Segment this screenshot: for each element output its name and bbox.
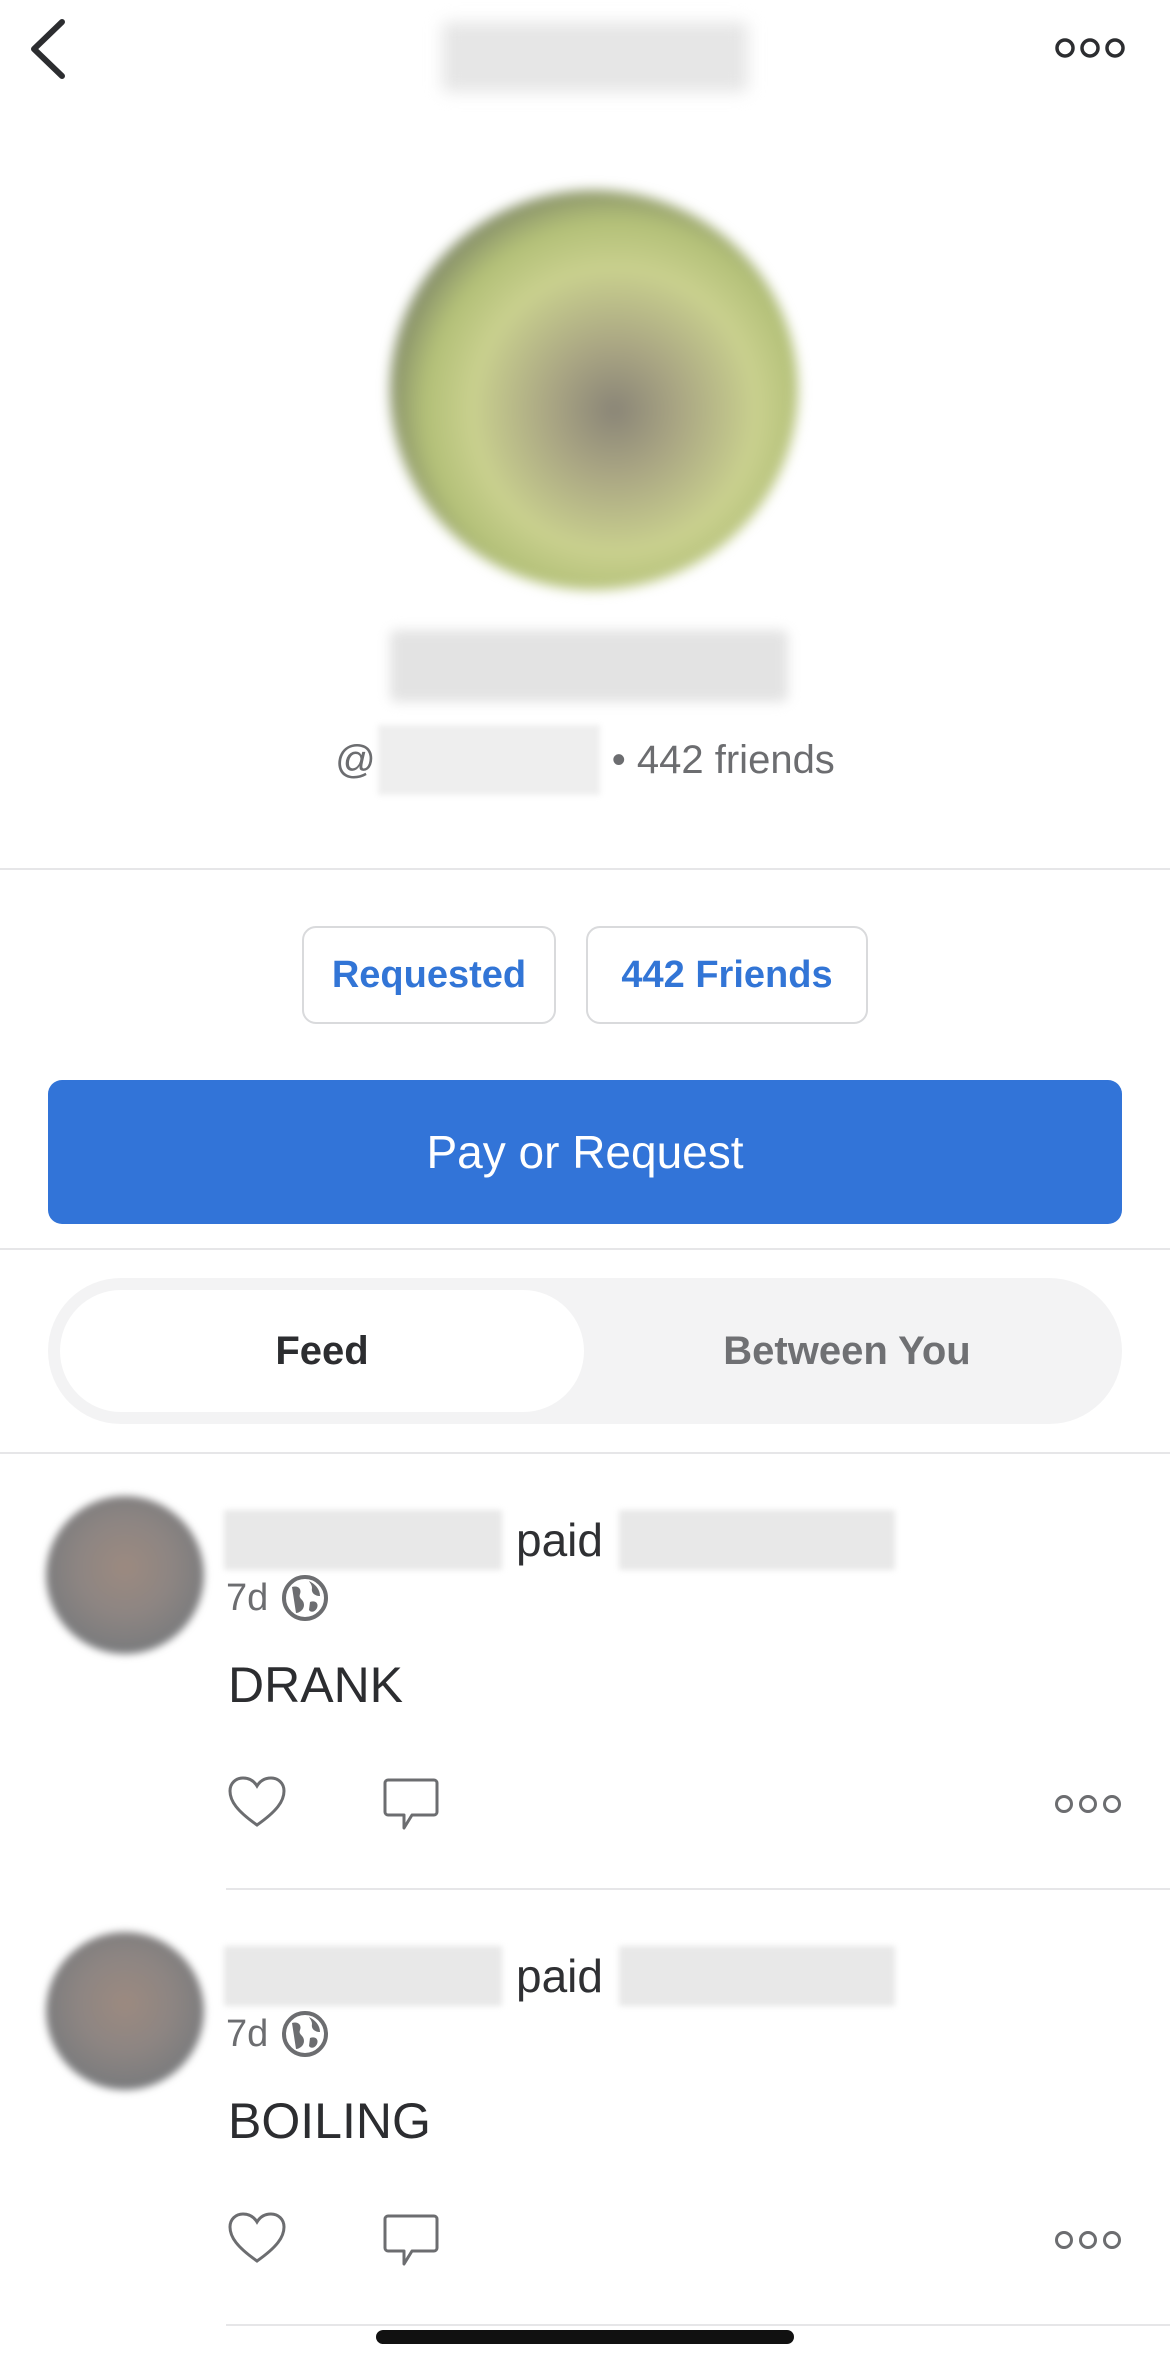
tab-feed[interactable]: Feed	[60, 1290, 584, 1412]
comment-button[interactable]	[380, 1774, 442, 1836]
divider	[0, 1248, 1170, 1250]
item-more-button[interactable]	[1050, 1786, 1126, 1822]
transaction-time: 7d	[226, 1576, 269, 1619]
comment-button[interactable]	[380, 2210, 442, 2272]
ellipsis-icon	[1055, 2231, 1121, 2249]
item-more-button[interactable]	[1050, 2222, 1126, 2258]
header-title-redacted	[442, 22, 748, 92]
target-name-redacted[interactable]	[618, 1946, 895, 2006]
profile-handle-line: @ • 442 friends	[0, 725, 1170, 795]
globe-icon	[282, 1575, 329, 1621]
tab-between-you[interactable]: Between You	[584, 1290, 1110, 1412]
profile-screen: @ • 442 friends Requested 442 Friends Pa…	[0, 0, 1170, 2374]
profile-name-redacted	[390, 630, 788, 702]
actor-name-redacted[interactable]	[224, 1510, 502, 1570]
avatar[interactable]	[46, 1496, 204, 1654]
target-name-redacted[interactable]	[618, 1510, 895, 1570]
comment-icon	[383, 2214, 439, 2266]
more-options-button[interactable]	[1050, 26, 1130, 70]
heart-icon	[228, 1776, 286, 1827]
like-button[interactable]	[224, 1772, 290, 1832]
transaction-meta: 7d	[226, 2006, 329, 2062]
comment-icon	[383, 1778, 439, 1830]
friends-count-text: • 442 friends	[611, 737, 835, 782]
divider	[0, 1452, 1170, 1454]
feed-segmented-control: Feed Between You	[48, 1278, 1122, 1424]
divider	[226, 1888, 1170, 1890]
actor-name-redacted[interactable]	[224, 1946, 502, 2006]
ellipsis-icon	[1055, 38, 1125, 58]
handle-prefix: @	[335, 737, 376, 782]
transaction-title: paid	[224, 1944, 895, 2008]
globe-icon	[282, 2011, 329, 2057]
divider	[226, 2324, 1170, 2326]
transaction-verb: paid	[516, 1950, 603, 2002]
transaction-verb: paid	[516, 1514, 603, 1566]
ellipsis-icon	[1055, 1795, 1121, 1813]
home-indicator[interactable]	[376, 2330, 794, 2344]
avatar[interactable]	[46, 1932, 204, 2090]
profile-avatar	[390, 190, 798, 590]
pay-or-request-button[interactable]: Pay or Request	[48, 1080, 1122, 1224]
like-button[interactable]	[224, 2208, 290, 2268]
back-button[interactable]	[18, 14, 78, 84]
handle-redacted	[377, 725, 600, 795]
transaction-title: paid	[224, 1508, 895, 1572]
transaction-note: BOILING	[228, 2093, 431, 2149]
friends-button[interactable]: 442 Friends	[586, 926, 868, 1024]
chevron-left-icon	[31, 19, 65, 79]
transaction-meta: 7d	[226, 1570, 329, 1626]
requested-button[interactable]: Requested	[302, 926, 556, 1024]
heart-icon	[228, 2212, 286, 2263]
transaction-note: DRANK	[228, 1657, 404, 1713]
transaction-time: 7d	[226, 2012, 269, 2055]
divider	[0, 868, 1170, 870]
